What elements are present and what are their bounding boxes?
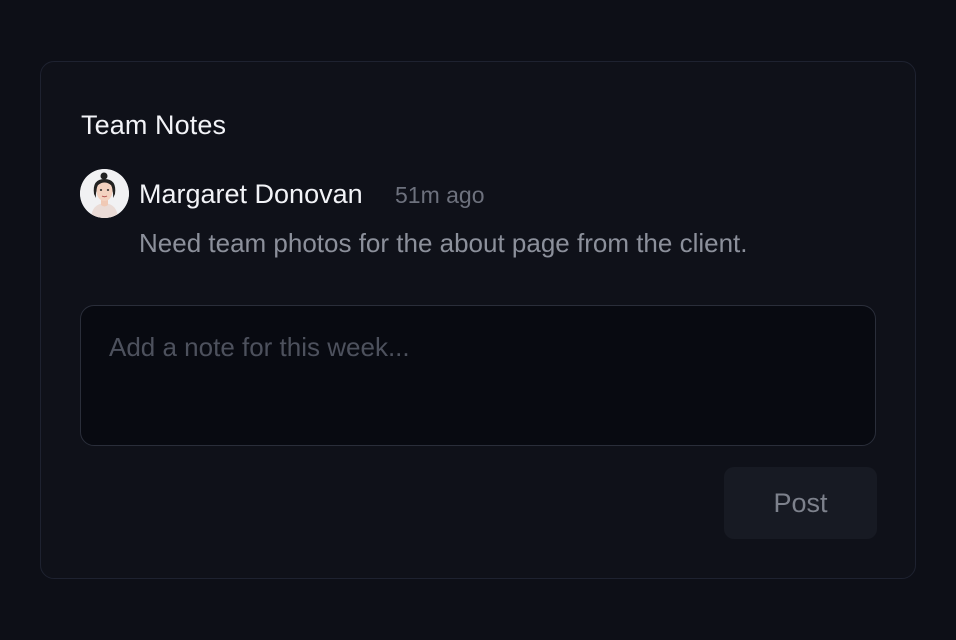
post-button[interactable]: Post — [724, 467, 877, 539]
note-item: Margaret Donovan 51m ago Need team photo… — [80, 169, 860, 269]
avatar — [80, 169, 129, 218]
team-notes-card: Team Notes Margaret Donovan 51m ago Need… — [40, 61, 916, 579]
add-note-input[interactable] — [80, 305, 876, 446]
card-title: Team Notes — [81, 110, 227, 140]
avatar-illustration-icon — [80, 169, 129, 218]
note-timestamp: 51m ago — [395, 182, 485, 208]
note-author: Margaret Donovan — [139, 179, 363, 209]
note-text: Need team photos for the about page from… — [139, 228, 748, 258]
